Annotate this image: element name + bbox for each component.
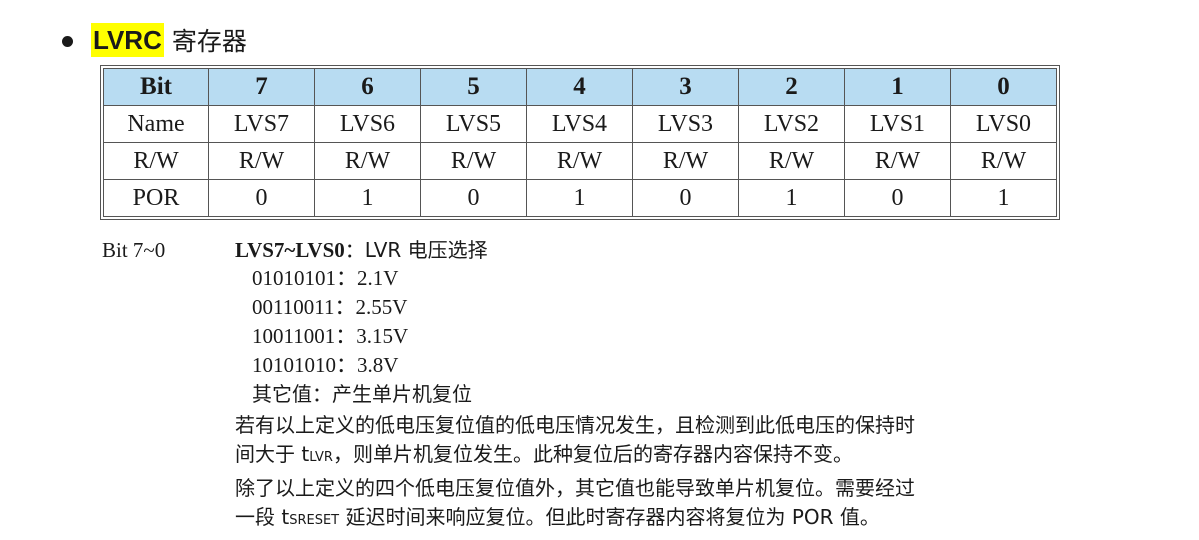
table-row: R/W R/W R/W R/W R/W R/W R/W R/W R/W: [103, 142, 1057, 180]
bullet-icon: [62, 35, 73, 47]
p2-text-b: 延迟时间来响应复位。但此时寄存器内容将复位为 POR 值。: [339, 505, 880, 529]
heading-suffix: 寄存器: [171, 27, 247, 56]
p1-text-b: ，则单片机复位发生。此种复位后的寄存器内容保持不变。: [332, 442, 853, 466]
t-sreset-subscript: SRESET: [289, 513, 340, 528]
table-cell: R/W: [844, 142, 951, 180]
table-cell: 1: [314, 179, 421, 217]
option-value: ：3.15V: [335, 324, 409, 348]
bit-range-label: Bit 7~0: [102, 238, 166, 262]
field-title-text: ：LVR 电压选择: [344, 238, 488, 262]
option-line: 10011001：3.15V: [252, 322, 408, 351]
option-line: 10101010：3.8V: [252, 351, 398, 380]
table-cell: 1: [950, 179, 1057, 217]
table-header-row: Bit 7 6 5 4 3 2 1 0: [103, 68, 1057, 106]
table-cell: LVS6: [314, 105, 421, 143]
table-cell: LVS4: [526, 105, 633, 143]
table-cell: 0: [420, 179, 527, 217]
option-value: ：3.8V: [336, 353, 399, 377]
option-value: ：2.55V: [334, 295, 408, 319]
header-cell: 1: [844, 68, 951, 106]
header-cell: 3: [632, 68, 739, 106]
table-cell: R/W: [738, 142, 845, 180]
p1-text-a: 间大于 t: [235, 442, 310, 466]
section-heading: LVRC 寄存器: [62, 22, 247, 58]
header-cell: 5: [420, 68, 527, 106]
table-cell: 0: [208, 179, 315, 217]
option-line: 01010101：2.1V: [252, 264, 398, 293]
header-cell: Bit: [103, 68, 209, 106]
paragraph-2-line-1: 除了以上定义的四个低电压复位值外，其它值也能导致单片机复位。需要经过: [235, 476, 915, 500]
table-cell: LVS7: [208, 105, 315, 143]
header-cell: 7: [208, 68, 315, 106]
table-cell: R/W: [103, 142, 209, 180]
header-cell: 4: [526, 68, 633, 106]
table-cell: 1: [738, 179, 845, 217]
table-cell: POR: [103, 179, 209, 217]
table-cell: LVS5: [420, 105, 527, 143]
table-cell: 0: [844, 179, 951, 217]
header-cell: 6: [314, 68, 421, 106]
table-cell: R/W: [420, 142, 527, 180]
table-row: POR 0 1 0 1 0 1 0 1: [103, 179, 1057, 217]
paragraph-1-line-1: 若有以上定义的低电压复位值的低电压情况发生，且检测到此低电压的保持时: [235, 413, 915, 437]
p2-text-a: 一段 t: [235, 505, 290, 529]
option-code: 10101010: [252, 353, 336, 377]
table-cell: LVS0: [950, 105, 1057, 143]
header-cell: 0: [950, 68, 1057, 106]
table-cell: LVS2: [738, 105, 845, 143]
table-cell: Name: [103, 105, 209, 143]
table-cell: LVS1: [844, 105, 951, 143]
table-cell: R/W: [314, 142, 421, 180]
option-code: 01010101: [252, 266, 336, 290]
other-values-line: 其它值：产生单片机复位: [252, 382, 472, 406]
register-name: LVRC: [91, 23, 164, 57]
table-cell: R/W: [208, 142, 315, 180]
header-cell: 2: [738, 68, 845, 106]
table-cell: R/W: [950, 142, 1057, 180]
register-table: Bit 7 6 5 4 3 2 1 0 Name LVS7 LVS6 LVS5 …: [103, 68, 1057, 217]
table-row: Name LVS7 LVS6 LVS5 LVS4 LVS3 LVS2 LVS1 …: [103, 105, 1057, 143]
table-cell: 0: [632, 179, 739, 217]
field-name: LVS7~LVS0: [235, 238, 345, 262]
option-code: 00110011: [252, 295, 335, 319]
table-cell: 1: [526, 179, 633, 217]
register-table-frame: Bit 7 6 5 4 3 2 1 0 Name LVS7 LVS6 LVS5 …: [100, 65, 1060, 220]
paragraph-1-line-2: 间大于 tLVR，则单片机复位发生。此种复位后的寄存器内容保持不变。: [235, 440, 853, 472]
paragraph-2-line-2: 一段 tSRESET 延迟时间来响应复位。但此时寄存器内容将复位为 POR 值。: [235, 503, 880, 535]
option-value: ：2.1V: [336, 266, 399, 290]
option-code: 10011001: [252, 324, 336, 348]
t-lvr-subscript: LVR: [309, 450, 333, 465]
option-line: 00110011：2.55V: [252, 293, 407, 322]
field-title: LVS7~LVS0：LVR 电压选择: [235, 236, 488, 265]
table-cell: R/W: [526, 142, 633, 180]
table-cell: LVS3: [632, 105, 739, 143]
table-cell: R/W: [632, 142, 739, 180]
